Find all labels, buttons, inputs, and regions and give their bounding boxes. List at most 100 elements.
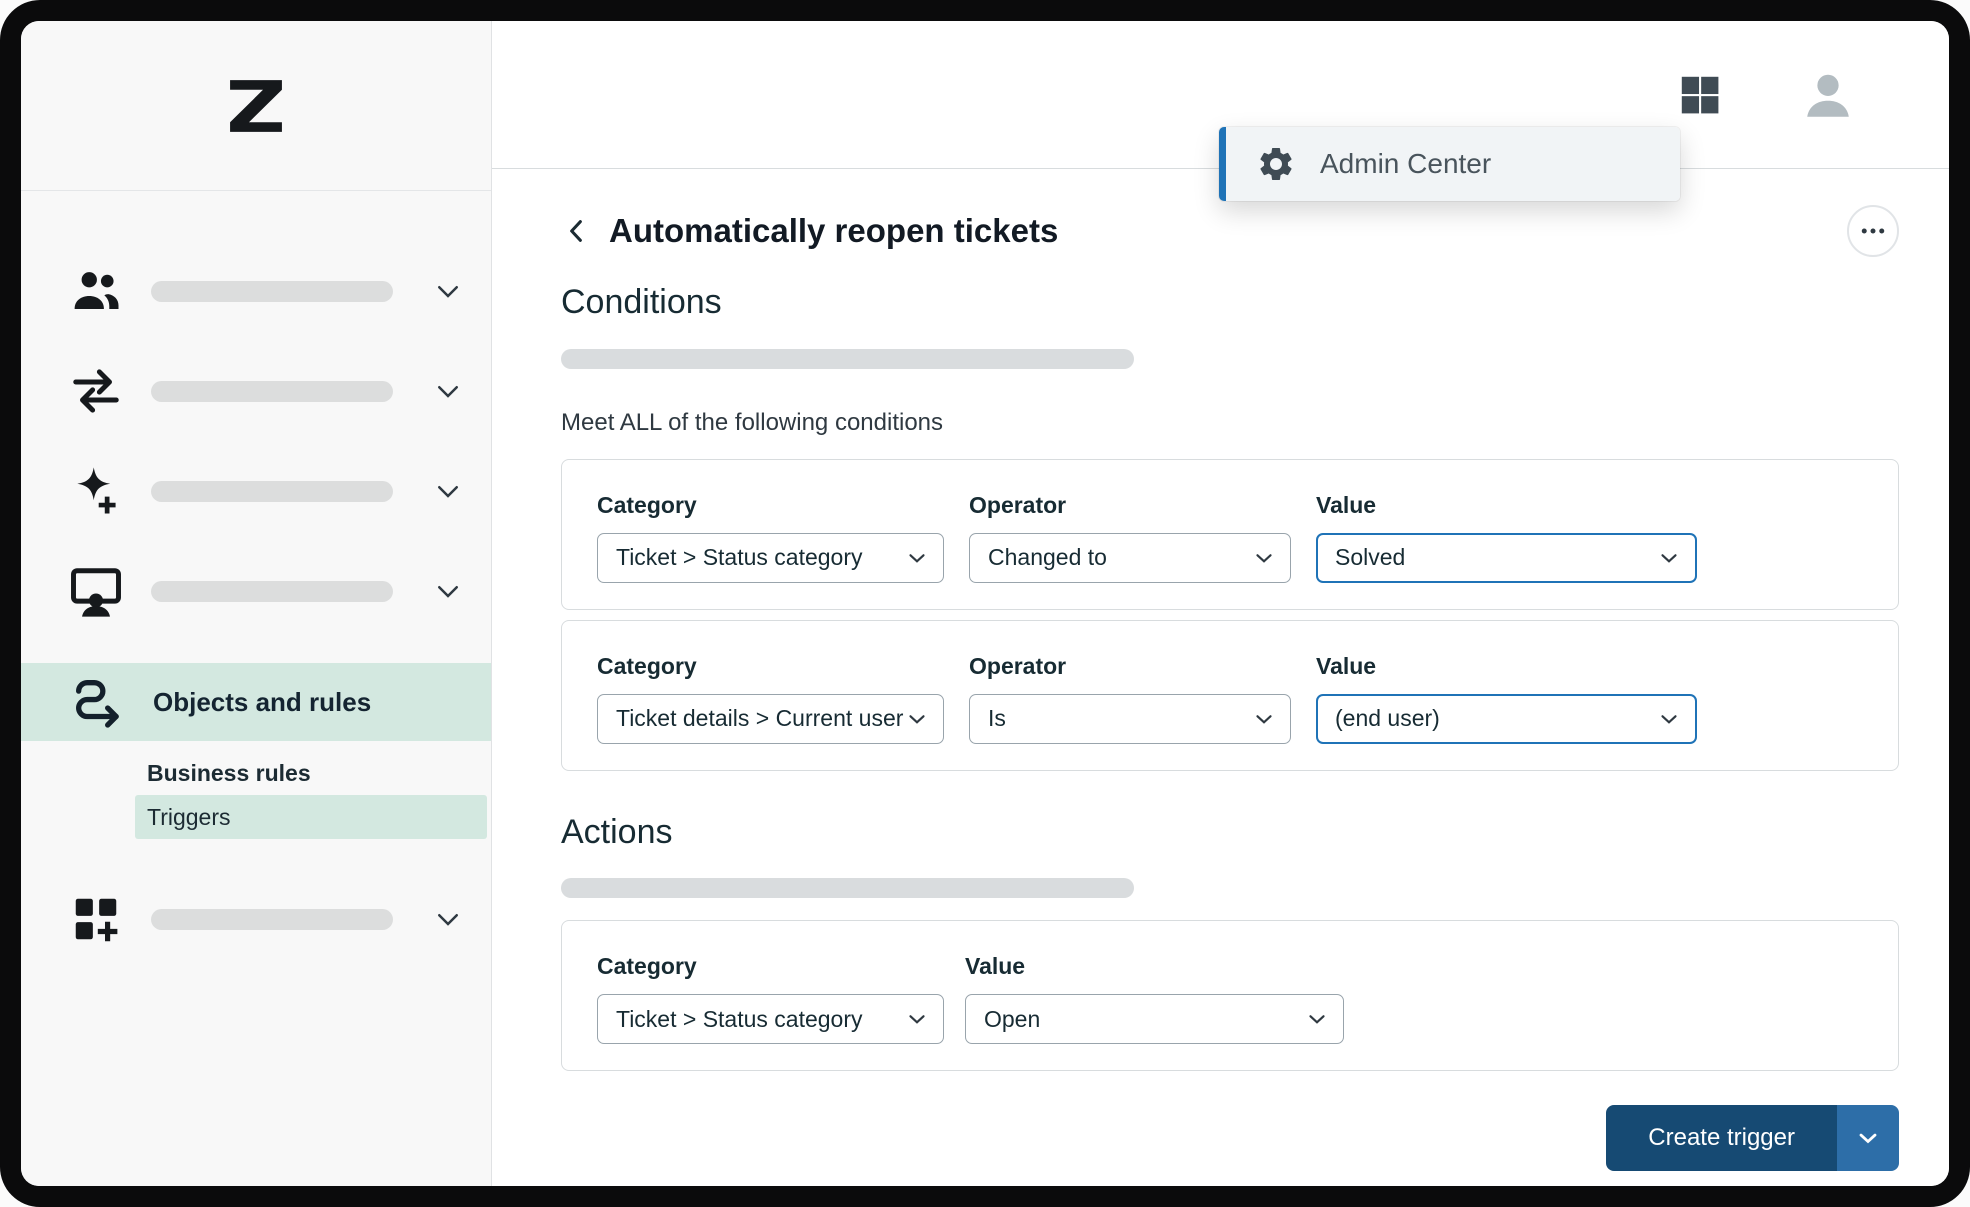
condition-2-operator-select[interactable]: Is [969, 694, 1291, 744]
main-area: Admin Center Automatically reopen ticket… [492, 21, 1949, 1186]
logo-area [21, 21, 491, 191]
monitor-user-icon [69, 564, 123, 618]
condition-card-2: Category Ticket details > Current user O… [561, 620, 1899, 771]
people-icon [69, 264, 123, 318]
sidebar-item-label: Triggers [147, 804, 231, 831]
chevron-down-icon [433, 376, 463, 406]
sidebar-item-ai[interactable] [21, 441, 491, 541]
sidebar-item-business-rules[interactable]: Business rules [21, 751, 491, 795]
chevron-down-icon [1304, 1006, 1330, 1032]
select-value: (end user) [1335, 705, 1440, 732]
zendesk-logo-icon [229, 79, 283, 133]
zendesk-admin-app: Objects and rules Business rules Trigger… [21, 21, 1949, 1186]
sidebar-item-channels[interactable] [21, 341, 491, 441]
condition-2-category-select[interactable]: Ticket details > Current user [597, 694, 944, 744]
chevron-down-icon [433, 904, 463, 934]
action-1-value-select[interactable]: Open [965, 994, 1344, 1044]
footer-actions: Create trigger [561, 1105, 1899, 1171]
condition-1-category-select[interactable]: Ticket > Status category [597, 533, 944, 583]
condition-1-value-select[interactable]: Solved [1316, 533, 1697, 583]
condition-2-value-select[interactable]: (end user) [1316, 694, 1697, 744]
select-value: Changed to [988, 544, 1107, 571]
select-value: Ticket details > Current user [616, 705, 903, 732]
more-options-button[interactable] [1847, 205, 1899, 257]
app-grid-icon [1677, 72, 1723, 118]
value-label: Value [1316, 653, 1697, 680]
value-label: Value [1316, 492, 1697, 519]
operator-field: Operator Changed to [969, 492, 1291, 583]
chevron-down-icon [1854, 1124, 1882, 1152]
nav-label-skeleton [151, 581, 393, 602]
operator-label: Operator [969, 492, 1291, 519]
select-value: Ticket > Status category [616, 544, 863, 571]
sparkle-icon [69, 464, 123, 518]
category-label: Category [597, 653, 944, 680]
back-button[interactable] [561, 214, 593, 248]
more-options-icon [1858, 216, 1888, 246]
nav-label-skeleton [151, 281, 393, 302]
condition-1-operator-select[interactable]: Changed to [969, 533, 1291, 583]
sidebar: Objects and rules Business rules Trigger… [21, 21, 492, 1186]
chevron-down-icon [433, 476, 463, 506]
select-value: Solved [1335, 544, 1405, 571]
category-field: Category Ticket > Status category [597, 492, 944, 583]
page-title: Automatically reopen tickets [609, 212, 1058, 250]
chevron-down-icon [1656, 706, 1682, 732]
sidebar-item-triggers[interactable]: Triggers [135, 795, 487, 839]
conditions-description-skeleton [561, 349, 1134, 369]
screenshot-frame: Objects and rules Business rules Trigger… [0, 0, 1970, 1207]
workflow-icon [69, 673, 127, 731]
chevron-down-icon [433, 576, 463, 606]
category-label: Category [597, 953, 944, 980]
sidebar-item-label: Objects and rules [153, 687, 371, 718]
chevron-down-icon [1656, 545, 1682, 571]
actions-heading: Actions [561, 811, 1899, 854]
select-value: Open [984, 1006, 1040, 1033]
action-1-category-select[interactable]: Ticket > Status category [597, 994, 944, 1044]
title-row: Automatically reopen tickets [561, 205, 1899, 257]
select-value: Is [988, 705, 1006, 732]
sidebar-item-workspaces[interactable] [21, 541, 491, 641]
chevron-down-icon [433, 276, 463, 306]
operator-label: Operator [969, 653, 1291, 680]
chevron-down-icon [1251, 545, 1277, 571]
avatar-button[interactable] [1799, 66, 1857, 124]
gear-icon [1256, 144, 1296, 184]
meet-all-conditions-text: Meet ALL of the following conditions [561, 409, 1899, 437]
sidebar-nav: Objects and rules Business rules Trigger… [21, 191, 491, 969]
actions-description-skeleton [561, 878, 1134, 898]
conditions-heading: Conditions [561, 281, 1899, 324]
trigger-editor-content: Automatically reopen tickets Conditions … [492, 205, 1949, 1171]
value-field: Value Open [965, 953, 1344, 1044]
sidebar-item-label: Business rules [147, 760, 311, 787]
category-field: Category Ticket details > Current user [597, 653, 944, 744]
select-value: Ticket > Status category [616, 1006, 863, 1033]
objects-and-rules-subnav: Business rules Triggers [21, 751, 491, 839]
create-trigger-button[interactable]: Create trigger [1606, 1105, 1837, 1171]
sidebar-item-people[interactable] [21, 241, 491, 341]
admin-center-menu-item[interactable]: Admin Center [1226, 127, 1680, 201]
category-label: Category [597, 492, 944, 519]
value-field: Value Solved [1316, 492, 1697, 583]
sidebar-item-objects-and-rules[interactable]: Objects and rules [21, 663, 491, 741]
nav-label-skeleton [151, 481, 393, 502]
sidebar-item-apps[interactable] [21, 869, 491, 969]
condition-card-1: Category Ticket > Status category Operat… [561, 459, 1899, 610]
swap-arrows-icon [69, 364, 123, 418]
value-label: Value [965, 953, 1344, 980]
avatar-icon [1799, 66, 1857, 124]
nav-label-skeleton [151, 381, 393, 402]
chevron-down-icon [904, 1006, 930, 1032]
admin-center-popover: Admin Center [1219, 127, 1680, 201]
chevron-down-icon [904, 706, 930, 732]
operator-field: Operator Is [969, 653, 1291, 744]
category-field: Category Ticket > Status category [597, 953, 944, 1044]
apps-plus-icon [69, 892, 123, 946]
action-card-1: Category Ticket > Status category Value … [561, 920, 1899, 1071]
value-field: Value (end user) [1316, 653, 1697, 744]
nav-label-skeleton [151, 909, 393, 930]
app-grid-button[interactable] [1677, 72, 1723, 118]
create-trigger-dropdown-button[interactable] [1837, 1105, 1899, 1171]
chevron-down-icon [1251, 706, 1277, 732]
popover-accent-bar [1219, 127, 1226, 201]
